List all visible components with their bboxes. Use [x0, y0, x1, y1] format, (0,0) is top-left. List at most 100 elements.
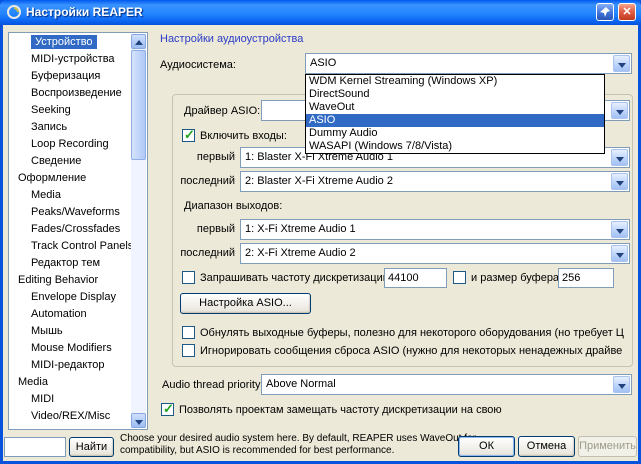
output-last-label: последний	[180, 247, 235, 259]
chevron-down-icon[interactable]	[611, 173, 628, 190]
sidebar-item[interactable]: Envelope Display	[10, 289, 131, 306]
audio-system-option[interactable]: WaveOut	[306, 101, 604, 114]
sidebar-item-label: Mouse Modifiers	[31, 342, 112, 354]
arrow-down-icon	[135, 420, 143, 425]
samplerate-input[interactable]	[384, 268, 447, 288]
sidebar-item[interactable]: Track Control Panels	[10, 238, 131, 255]
audio-system-option[interactable]: WASAPI (Windows 7/8/Vista)	[306, 140, 604, 153]
sidebar-item-label: Media	[31, 189, 61, 201]
sidebar-item-label: Seeking	[31, 104, 71, 116]
sidebar-item[interactable]: Воспроизведение	[10, 85, 131, 102]
close-icon: ✕	[622, 6, 632, 18]
chevron-down-icon[interactable]	[611, 149, 628, 166]
enable-inputs-checkbox[interactable]	[182, 127, 195, 143]
audio-system-label: Аудиосистема:	[160, 59, 236, 71]
asio-config-button[interactable]: Настройка ASIO...	[180, 293, 311, 314]
sidebar-item-label: Оформление	[18, 172, 87, 184]
sidebar-scrollbar[interactable]	[131, 34, 146, 428]
audio-system-option[interactable]: Dummy Audio	[306, 127, 604, 140]
asio-driver-label: Драйвер ASIO:	[184, 105, 261, 117]
preferences-tree: Устройство MIDI-устройства Буферизация Восп…	[8, 32, 148, 430]
ignore-asio-reset-checkbox[interactable]	[182, 344, 195, 357]
scroll-down-button[interactable]	[131, 413, 146, 428]
sidebar-item[interactable]: Mouse Modifiers	[10, 340, 131, 357]
ok-button[interactable]: ОК	[458, 436, 515, 457]
sidebar-item-label: Воспроизведение	[31, 87, 122, 99]
project-samplerate-override-checkbox[interactable]	[161, 401, 174, 417]
sidebar-item-label: Устройство	[31, 35, 97, 49]
chevron-down-icon[interactable]	[613, 55, 630, 72]
audio-system-option[interactable]: DirectSound	[306, 88, 604, 101]
output-first-select[interactable]: 1: X-Fi Xtreme Audio 1	[240, 219, 630, 240]
audio-system-option[interactable]: ASIO	[306, 114, 604, 127]
buffer-size-label: и размер буфера:	[471, 272, 563, 284]
sidebar-item[interactable]: Video/REX/Misc	[10, 408, 131, 425]
sidebar-item-label: Track Control Panels	[31, 240, 131, 252]
thread-priority-select[interactable]: Above Normal	[261, 374, 632, 395]
output-first-label: первый	[196, 223, 235, 235]
sidebar-item[interactable]: Редактор тем	[10, 255, 131, 272]
sidebar-item[interactable]: Буферизация	[10, 68, 131, 85]
audio-system-option[interactable]: WDM Kernel Streaming (Windows XP)	[306, 75, 604, 88]
sidebar-item[interactable]: Loop Recording	[10, 136, 131, 153]
sidebar-item[interactable]: Media	[10, 187, 131, 204]
chevron-down-icon[interactable]	[611, 102, 628, 119]
sidebar-item-label: Редактор тем	[31, 257, 101, 269]
input-last-value: 2: Blaster X-Fi Xtreme Audio 2	[245, 175, 393, 187]
buffer-size-input[interactable]	[558, 268, 614, 288]
output-last-value: 2: X-Fi Xtreme Audio 2	[245, 247, 356, 259]
cancel-button[interactable]: Отмена	[518, 436, 575, 457]
input-last-label: последний	[180, 175, 235, 187]
sidebar-item[interactable]: Мышь	[10, 323, 131, 340]
sidebar-item-label: Loop Recording	[31, 138, 109, 150]
help-text-line1: Choose your desired audio system here. B…	[120, 433, 476, 444]
sidebar-item-label: Буферизация	[31, 70, 101, 82]
sidebar-item-label: Peaks/Waveforms	[31, 206, 120, 218]
sidebar-item-label: MIDI	[31, 393, 55, 405]
sidebar-item[interactable]: Устройство	[10, 34, 131, 51]
output-range-label: Диапазон выходов:	[184, 200, 283, 212]
zero-output-buffers-checkbox[interactable]	[182, 326, 195, 339]
sidebar-item[interactable]: Оформление	[10, 170, 131, 187]
sidebar-item-label: Automation	[31, 308, 87, 320]
filter-search-input[interactable]	[4, 437, 66, 457]
find-button[interactable]: Найти	[69, 437, 114, 457]
sidebar-item[interactable]: MIDI-устройства	[10, 51, 131, 68]
sidebar-item[interactable]: Сведение	[10, 153, 131, 170]
scrollbar-thumb[interactable]	[131, 50, 146, 160]
input-last-select[interactable]: 2: Blaster X-Fi Xtreme Audio 2	[240, 171, 630, 192]
input-first-label: первый	[196, 151, 235, 163]
titlebar[interactable]: Настройки REAPER ✕	[0, 0, 641, 25]
sidebar-item[interactable]: MIDI	[10, 391, 131, 408]
chevron-down-icon[interactable]	[611, 221, 628, 238]
chevron-down-icon[interactable]	[611, 245, 628, 262]
arrow-up-icon	[135, 40, 143, 45]
sidebar-item-label: Editing Behavior	[18, 274, 99, 286]
sidebar-item-label: Envelope Display	[31, 291, 116, 303]
sidebar-item[interactable]: Fades/Crossfades	[10, 221, 131, 238]
sidebar-item[interactable]: Editing Behavior	[10, 272, 131, 289]
sidebar-item-label: Video/REX/Misc	[31, 410, 111, 422]
help-text-line2: compatibility, but ASIO is recommended f…	[120, 445, 395, 456]
sidebar-item[interactable]: Seeking	[10, 102, 131, 119]
sidebar-item[interactable]: Media	[10, 374, 131, 391]
scroll-up-button[interactable]	[131, 34, 146, 49]
request-samplerate-label: Запрашивать частоту дискретизации:	[200, 272, 392, 284]
sidebar-item-label: Запись	[31, 121, 68, 133]
preferences-tree-list: Устройство MIDI-устройства Буферизация Восп…	[10, 34, 131, 428]
sidebar-item[interactable]: Peaks/Waveforms	[10, 204, 131, 221]
audio-system-dropdown-list[interactable]: WDM Kernel Streaming (Windows XP) DirectS…	[305, 74, 605, 154]
sidebar-item[interactable]: Automation	[10, 306, 131, 323]
chevron-down-icon[interactable]	[613, 376, 630, 393]
ignore-asio-reset-label: Игнорировать сообщения сброса ASIO (нужн…	[200, 345, 623, 357]
sidebar-item[interactable]: MIDI-редактор	[10, 357, 131, 374]
buffer-size-checkbox[interactable]	[453, 271, 466, 284]
close-button[interactable]: ✕	[618, 3, 636, 21]
sidebar-item[interactable]: Запись	[10, 119, 131, 136]
pin-button[interactable]	[596, 3, 614, 21]
output-last-select[interactable]: 2: X-Fi Xtreme Audio 2	[240, 243, 630, 264]
zero-output-buffers-label: Обнулять выходные буферы, полезно для не…	[200, 327, 624, 339]
request-samplerate-checkbox[interactable]	[182, 271, 195, 284]
audio-system-select[interactable]: ASIO	[305, 53, 632, 74]
apply-button[interactable]: Применить	[578, 436, 637, 457]
